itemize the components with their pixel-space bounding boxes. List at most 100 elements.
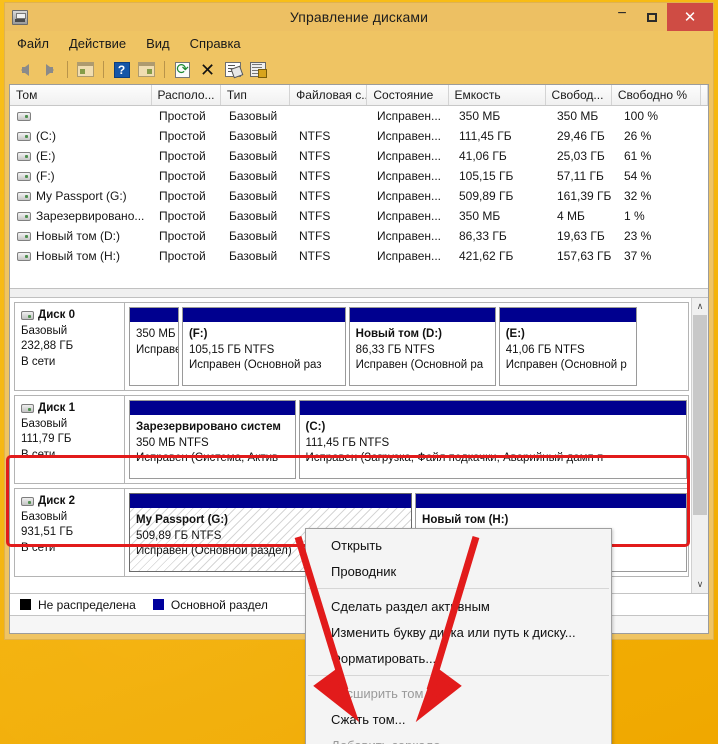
disk-pane-scrollbar[interactable]: ∧ ∨ xyxy=(691,298,708,593)
toolbar-separator xyxy=(67,61,68,78)
partition-label: (F:) xyxy=(188,328,208,340)
cell-free: 161,39 ГБ xyxy=(557,189,612,203)
column-header-volume[interactable]: Том xyxy=(10,85,152,105)
action-pane-button[interactable] xyxy=(135,58,158,81)
partition-block[interactable]: Новый том (D:) 86,33 ГБ NTFS Исправен (Осн… xyxy=(348,307,496,386)
cell-capacity: 421,62 ГБ xyxy=(459,249,514,263)
column-header-type[interactable]: Тип xyxy=(221,85,291,105)
forward-arrow-icon xyxy=(45,63,54,76)
partition-color-bar xyxy=(299,401,686,415)
scrollbar-track[interactable] xyxy=(692,315,708,576)
disk-panel[interactable]: Диск 1 Базовый 111,79 ГБ В сети Зарезервиров… xyxy=(14,395,689,484)
partition-block[interactable]: (F:) 105,15 ГБ NTFS Исправен (Основной раз xyxy=(181,307,346,386)
cell-free: 57,11 ГБ xyxy=(557,169,604,183)
partition-details: (C:) 111,45 ГБ NTFS Исправен (Загрузка, Фа… xyxy=(300,415,687,478)
disk-size: 931,51 ГБ xyxy=(21,526,74,538)
context-menu-item[interactable]: Сделать раздел активным xyxy=(306,593,611,619)
partition-label: Новый том (D:) xyxy=(355,328,442,340)
context-menu-item[interactable]: Проводник xyxy=(306,558,611,584)
show-hide-console-tree-icon xyxy=(77,62,94,77)
table-row[interactable]: Простой Базовый Исправен... 350 МБ 350 МБ 100… xyxy=(10,106,708,126)
drive-icon xyxy=(17,191,31,201)
cell-layout: Простой xyxy=(159,209,206,223)
partition-status: Исправен (Основной ра xyxy=(355,359,484,371)
cell-capacity: 111,45 ГБ xyxy=(459,129,512,143)
cell-capacity: 41,06 ГБ xyxy=(459,149,507,163)
table-row[interactable]: Новый том (D:) Простой Базовый NTFS Исправен… xyxy=(10,226,708,246)
partition-details: (E:) 41,06 ГБ NTFS Исправен (Основной р xyxy=(500,322,637,385)
menu-action[interactable]: Действие xyxy=(69,36,126,51)
menu-help[interactable]: Справка xyxy=(190,36,241,51)
context-menu-separator xyxy=(308,588,609,589)
volume-label: Новый том (D:) xyxy=(36,229,120,243)
table-row[interactable]: Зарезервировано... Простой Базовый NTFS Испр… xyxy=(10,206,708,226)
partition-block[interactable]: (C:) 111,45 ГБ NTFS Исправен (Загрузка, Фа… xyxy=(298,400,687,479)
partition-block[interactable]: (E:) 41,06 ГБ NTFS Исправен (Основной р xyxy=(498,307,638,386)
scrollbar-thumb[interactable] xyxy=(693,315,707,515)
disk-title: Диск 0 xyxy=(21,308,124,324)
delete-button[interactable]: ✕ xyxy=(196,58,219,81)
partition-status: Исправен (Загрузка, Файл подкачки, Авари… xyxy=(305,452,604,464)
volume-label: Зарезервировано... xyxy=(36,209,145,223)
context-menu-item[interactable]: Форматировать... xyxy=(306,645,611,671)
disk-info: Диск 1 Базовый 111,79 ГБ В сети xyxy=(15,396,125,483)
partition-label: Новый том (H:) xyxy=(422,514,509,526)
partition-block[interactable]: 350 МБ Исправен ( xyxy=(129,307,179,386)
volume-label: (E:) xyxy=(36,149,56,163)
partition-color-bar xyxy=(499,308,637,322)
context-menu-item[interactable]: Изменить букву диска или путь к диску... xyxy=(306,619,611,645)
back-button[interactable] xyxy=(13,58,36,81)
context-menu-item: Расширить том... xyxy=(331,685,435,701)
cell-status: Исправен... xyxy=(377,129,442,143)
cell-capacity: 509,89 ГБ xyxy=(459,189,514,203)
disk-panel[interactable]: Диск 0 Базовый 232,88 ГБ В сети 350 МБ Исправ… xyxy=(14,302,689,391)
partition-color-bar xyxy=(130,494,412,508)
forward-button[interactable] xyxy=(38,58,61,81)
column-header-free-percent[interactable]: Свободно % xyxy=(612,85,701,105)
table-row[interactable]: (F:) Простой Базовый NTFS Исправен... 105,15 … xyxy=(10,166,708,186)
table-row[interactable]: My Passport (G:) Простой Базовый NTFS Исправ… xyxy=(10,186,708,206)
cell-type: Базовый xyxy=(229,189,278,203)
column-header-layout[interactable]: Располо... xyxy=(152,85,221,105)
cell-percent: 32 % xyxy=(624,189,652,203)
refresh-button[interactable] xyxy=(171,58,194,81)
disk-state: В сети xyxy=(21,448,56,461)
context-menu-item[interactable]: Открыть xyxy=(306,532,611,558)
cell-free: 4 МБ xyxy=(557,209,585,223)
menu-file[interactable]: Файл xyxy=(17,36,49,51)
partition-label: (E:) xyxy=(505,328,525,340)
scroll-up-icon[interactable]: ∧ xyxy=(692,298,708,315)
partition-details: 350 МБ Исправен ( xyxy=(130,322,178,385)
cell-fs: NTFS xyxy=(299,249,331,263)
pane-splitter[interactable] xyxy=(10,288,708,298)
context-menu-item[interactable]: Сжать том... xyxy=(306,706,611,732)
volume-label: Новый том (H:) xyxy=(36,249,120,263)
cell-type: Базовый xyxy=(229,129,278,143)
properties-button[interactable] xyxy=(221,58,244,81)
column-header-free[interactable]: Свобод... xyxy=(546,85,612,105)
partition-size: 86,33 ГБ NTFS xyxy=(355,343,435,356)
column-header-filler xyxy=(701,85,708,105)
rescan-button[interactable] xyxy=(246,58,269,81)
column-header-filesystem[interactable]: Файловая с... xyxy=(290,85,368,105)
table-row[interactable]: (E:) Простой Базовый NTFS Исправен... 41,06 Г… xyxy=(10,146,708,166)
menu-view[interactable]: Вид xyxy=(146,36,170,51)
scroll-down-icon[interactable]: ∨ xyxy=(692,576,708,593)
volume-list-header: Том Располо... Тип Файловая с... Состоян… xyxy=(10,85,708,106)
cell-layout: Простой xyxy=(159,109,206,123)
volume-list-empty-space xyxy=(10,266,708,288)
cell-percent: 26 % xyxy=(624,129,652,143)
cell-volume: Зарезервировано... xyxy=(10,209,153,223)
cell-fs: NTFS xyxy=(299,169,331,183)
column-header-capacity[interactable]: Емкость xyxy=(449,85,546,105)
drive-icon xyxy=(17,131,31,141)
help-button[interactable]: ? xyxy=(110,58,133,81)
table-row[interactable]: Новый том (H:) Простой Базовый NTFS Исправен… xyxy=(10,246,708,266)
delete-icon: ✕ xyxy=(199,59,216,80)
console-tree-button[interactable] xyxy=(74,58,97,81)
volume-list: Том Располо... Тип Файловая с... Состоян… xyxy=(10,85,708,288)
column-header-status[interactable]: Состояние xyxy=(367,85,449,105)
cell-free: 19,63 ГБ xyxy=(557,229,605,243)
table-row[interactable]: (C:) Простой Базовый NTFS Исправен... 111,45 … xyxy=(10,126,708,146)
partition-block[interactable]: Зарезервировано систем 350 МБ NTFS Исправе… xyxy=(129,400,296,479)
